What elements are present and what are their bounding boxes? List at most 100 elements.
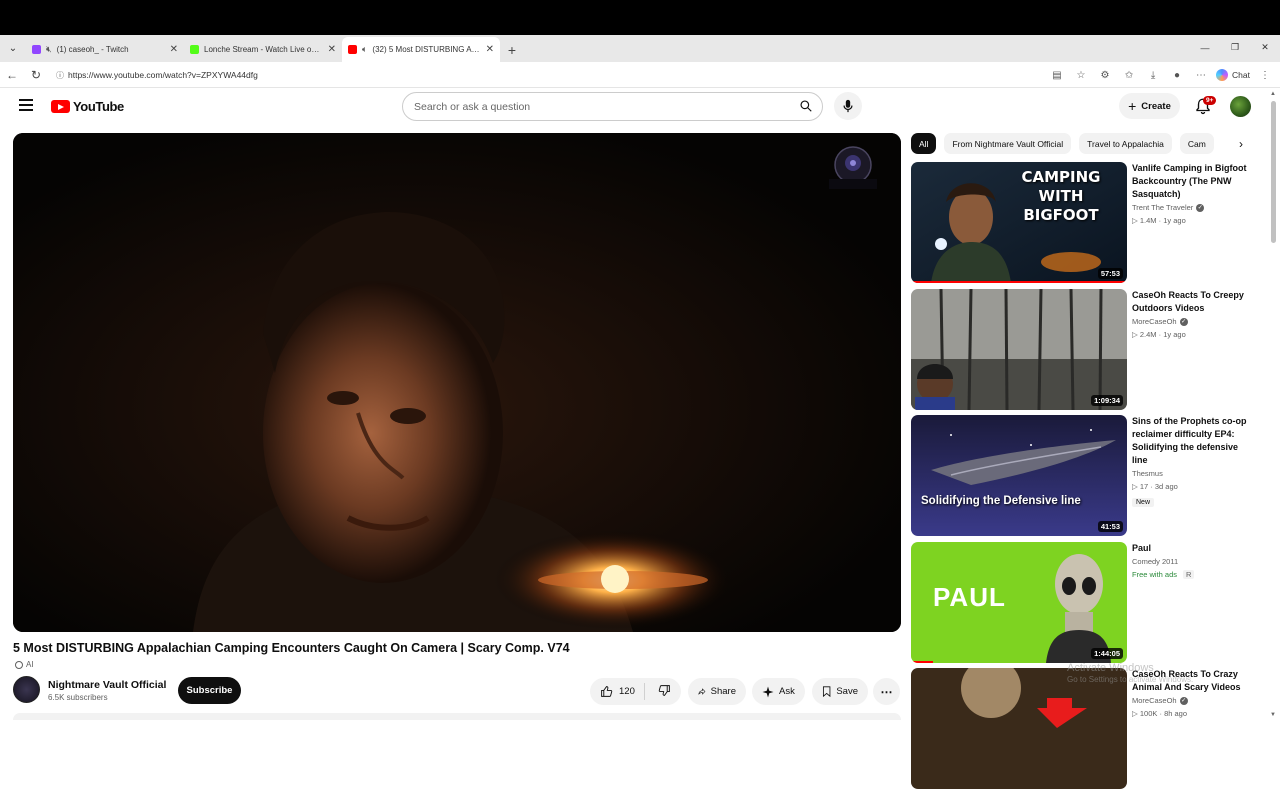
youtube-play-logo-icon [51, 100, 70, 113]
more-actions-icon[interactable]: ⋯ [873, 678, 900, 705]
scroll-up-arrow-icon[interactable]: ▲ [1270, 91, 1276, 97]
menu-hamburger-icon[interactable] [19, 99, 33, 111]
copilot-chat-button[interactable]: Chat [1216, 69, 1250, 81]
video-duration: 1:44:05 [1091, 648, 1123, 659]
new-tab-plus-icon[interactable]: + [500, 37, 524, 62]
tab-list-chevron-icon[interactable]: ⌄ [0, 35, 26, 62]
chat-label: Chat [1232, 70, 1250, 80]
recommended-meta: ▷ 17 · 3d ago [1132, 482, 1178, 491]
more-options-icon[interactable]: ⋯ [1192, 70, 1210, 81]
recommended-channel[interactable]: Thesmus [1132, 469, 1254, 478]
recommended-channel[interactable]: MoreCaseOh ✓ [1132, 317, 1254, 326]
kick-favicon-icon [190, 45, 199, 54]
search-input[interactable]: Search or ask a question [402, 92, 823, 121]
recommended-video-title[interactable]: Vanlife Camping in Bigfoot Backcountry (… [1132, 162, 1254, 201]
recommended-video-title[interactable]: CaseOh Reacts To Creepy Outdoors Videos [1132, 289, 1254, 315]
video-thumbnail[interactable]: PAUL 1:44:05 [911, 542, 1127, 663]
minimize-icon[interactable]: — [1190, 35, 1220, 60]
upload-age: 3d ago [1154, 482, 1178, 491]
thumbnail-image [911, 289, 1127, 410]
create-label: Create [1141, 100, 1171, 112]
recommended-channel[interactable]: MoreCaseOh ✓ [1132, 696, 1254, 705]
recommended-video-title[interactable]: Paul [1132, 542, 1254, 555]
favorites-icon[interactable]: ✩ [1120, 70, 1138, 81]
view-count: 17 [1139, 482, 1149, 491]
site-info-icon[interactable]: ⓘ [52, 70, 68, 81]
like-dislike-group: 120 [590, 678, 681, 705]
description-box[interactable] [13, 713, 901, 720]
video-thumbnail[interactable] [911, 668, 1127, 789]
chip-travel-appalachia[interactable]: Travel to Appalachia [1079, 133, 1172, 154]
close-window-icon[interactable]: ✕ [1250, 35, 1280, 60]
related-filter-chips: All From Nightmare Vault Official Travel… [911, 133, 1254, 154]
view-count: 2.4M [1139, 330, 1157, 339]
tab-close-icon[interactable]: ✕ [328, 44, 336, 55]
user-avatar[interactable] [1230, 96, 1251, 117]
chips-next-chevron-icon[interactable]: › [1228, 133, 1254, 154]
tab-close-icon[interactable]: ✕ [486, 44, 494, 55]
video-thumbnail[interactable]: Solidifying the Defensive line 41:53 [911, 415, 1127, 536]
recommended-video[interactable]: CAMPING WITH BIGFOOT 57:53 Vanlife Campi… [911, 162, 1256, 284]
extension-icon[interactable]: ⚙ [1096, 70, 1114, 81]
share-button[interactable]: Share [688, 678, 746, 705]
favorite-star-icon[interactable]: ☆ [1072, 70, 1090, 81]
video-thumbnail[interactable]: CAMPING WITH BIGFOOT 57:53 [911, 162, 1127, 283]
thumbnail-overlay-text: Solidifying the Defensive line [921, 495, 1081, 507]
speaker-icon[interactable]: 🔈︎ [362, 44, 367, 55]
browser-tab-twitch[interactable]: 🔇︎ (1) caseoh_ - Twitch ✕ [26, 37, 184, 62]
recommended-video[interactable]: PAUL 1:44:05 Paul Comedy 2011 Free with … [911, 542, 1256, 664]
chip-camping[interactable]: Cam [1179, 133, 1214, 154]
sidebar-more-icon[interactable]: ⋮ [1256, 70, 1274, 81]
verified-check-icon: ✓ [1179, 317, 1188, 326]
page-scrollbar[interactable]: ▲ ▼ [1268, 89, 1280, 720]
scroll-down-arrow-icon[interactable]: ▼ [1270, 712, 1276, 718]
recommended-meta: ▷ 1.4M · 1y ago [1132, 216, 1186, 225]
recommended-channel[interactable]: Comedy 2011 [1132, 557, 1254, 566]
like-button[interactable]: 120 [590, 683, 645, 700]
recommended-video-info: Sins of the Prophets co-op reclaimer dif… [1132, 415, 1254, 509]
verified-check-icon: ✓ [1196, 203, 1205, 212]
recommended-channel-name: Comedy 2011 [1132, 557, 1179, 566]
muted-speaker-icon[interactable]: 🔇︎ [46, 44, 52, 55]
channel-name[interactable]: Nightmare Vault Official [48, 679, 166, 691]
free-with-ads-label: Free with ads [1132, 570, 1178, 579]
upload-age: 8h ago [1164, 709, 1188, 718]
browser-tab-kick[interactable]: Lonche Stream - Watch Live on Kick ✕ [184, 37, 342, 62]
url-field[interactable]: ⓘ https://www.youtube.com/watch?v=ZPXYWA… [52, 65, 1097, 85]
recommended-video[interactable]: Solidifying the Defensive line 41:53 Sin… [911, 415, 1256, 537]
subscribe-button[interactable]: Subscribe [178, 677, 241, 704]
browser-tab-youtube[interactable]: 🔈︎ (32) 5 Most DISTURBING Appalachian Ca… [342, 37, 500, 62]
back-arrow-icon[interactable]: ← [0, 68, 24, 82]
recommended-channel-name: MoreCaseOh [1132, 696, 1177, 705]
chip-all[interactable]: All [911, 133, 937, 154]
voice-search-mic-icon[interactable] [834, 92, 862, 120]
browser-tab-strip: ⌄ 🔇︎ (1) caseoh_ - Twitch ✕ Lonche Strea… [0, 35, 1280, 62]
recommended-video-title[interactable]: Sins of the Prophets co-op reclaimer dif… [1132, 415, 1254, 467]
save-button[interactable]: Save [812, 678, 868, 705]
search-icon[interactable] [799, 99, 813, 113]
activate-windows-watermark: Activate Windows Go to Settings to activ… [1067, 662, 1193, 684]
recommended-channel[interactable]: Trent The Traveler ✓ [1132, 203, 1254, 212]
download-icon[interactable]: ⤓ [1144, 70, 1162, 81]
browser-toolbar-icons: ▤ ☆ ⚙ ✩ ⤓ ● ⋯ Chat ⋮ [1048, 62, 1274, 88]
tab-close-icon[interactable]: ✕ [170, 44, 178, 55]
channel-avatar[interactable] [13, 676, 40, 703]
profile-icon[interactable]: ● [1168, 70, 1186, 81]
recommended-video[interactable]: CaseOh Reacts To Crazy Animal And Scary … [911, 668, 1256, 790]
reader-view-icon[interactable]: ▤ [1048, 70, 1066, 81]
recommended-channel-name: Thesmus [1132, 469, 1163, 478]
youtube-logo[interactable]: YouTube [51, 99, 124, 114]
ai-tag[interactable]: AI [15, 660, 34, 669]
dislike-button[interactable] [650, 684, 671, 700]
scrollbar-thumb[interactable] [1271, 101, 1276, 243]
video-player[interactable] [13, 133, 901, 632]
recommended-meta: ▷ 100K · 8h ago [1132, 709, 1188, 718]
refresh-icon[interactable]: ↻ [24, 68, 48, 82]
create-button[interactable]: + Create [1119, 93, 1180, 119]
ask-button[interactable]: Ask [752, 678, 805, 705]
chip-from-channel[interactable]: From Nightmare Vault Official [944, 133, 1072, 154]
recommended-video[interactable]: 1:09:34 CaseOh Reacts To Creepy Outdoors… [911, 289, 1256, 411]
video-thumbnail[interactable]: 1:09:34 [911, 289, 1127, 410]
restore-icon[interactable]: ❐ [1220, 35, 1250, 60]
video-duration: 57:53 [1097, 268, 1123, 279]
